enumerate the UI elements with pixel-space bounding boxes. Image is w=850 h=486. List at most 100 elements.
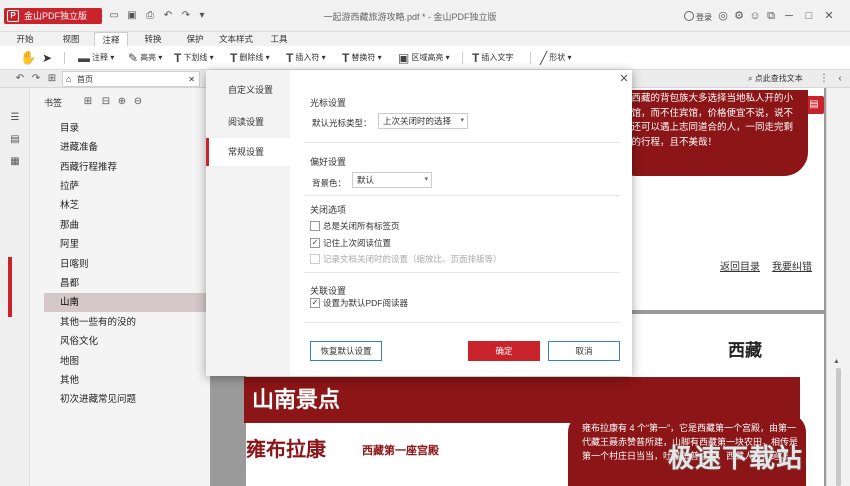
insert-text-button[interactable]: T 插入文字: [472, 51, 513, 65]
bookmark-item[interactable]: 风俗文化: [44, 332, 210, 351]
insert-char-button[interactable]: T 插入符 ▾: [286, 51, 326, 65]
bookmark-item[interactable]: 西藏行程推荐: [44, 158, 210, 177]
area-highlight-button[interactable]: ▣ 区域高亮 ▾: [398, 51, 450, 65]
scroll-thumb[interactable]: [836, 368, 841, 486]
outline-icon[interactable]: ☰: [9, 112, 21, 124]
settings-nav-reading[interactable]: 阅读设置: [206, 108, 290, 136]
watermark: 极速下载站: [668, 443, 804, 473]
feedback-icon[interactable]: ☺: [748, 8, 762, 24]
bookmark-item[interactable]: 昌都: [44, 274, 210, 293]
note-button[interactable]: ▬ 注释 ▾: [78, 51, 114, 65]
close-all-tabs-label: 总是关闭所有标签页: [323, 221, 400, 231]
tab-start[interactable]: 开始: [10, 32, 40, 46]
minimize-icon[interactable]: ─: [782, 8, 796, 24]
panel-resize-handle[interactable]: [8, 257, 12, 317]
replace-char-button[interactable]: T 替换符 ▾: [342, 51, 382, 65]
tab-annotate[interactable]: 注释: [94, 32, 128, 46]
strikethrough-button[interactable]: T 删除线 ▾: [230, 51, 270, 65]
bookmark-item[interactable]: 阿里: [44, 235, 210, 254]
close-tab-icon[interactable]: ✕: [188, 72, 195, 87]
dialog-close-icon[interactable]: ✕: [618, 73, 630, 85]
document-title: 一起游西藏旅游攻略.pdf * - 金山PDF独立版: [323, 12, 497, 22]
tab-text-style[interactable]: 文本样式: [214, 32, 258, 46]
close-window-icon[interactable]: ✕: [822, 8, 836, 24]
back-to-toc-link[interactable]: 返回目录: [720, 258, 760, 273]
settings-nav-general[interactable]: 常规设置: [206, 138, 290, 166]
cursor-section-title: 光标设置: [310, 98, 347, 108]
divider: [304, 195, 620, 196]
select-tool-icon[interactable]: ➤: [42, 51, 52, 65]
bookmark-item-selected[interactable]: 山南: [44, 293, 210, 312]
user-avatar-icon[interactable]: [684, 11, 694, 21]
bookmark-item[interactable]: 目录: [44, 119, 210, 138]
place-subtitle: 西藏第一座宫殿: [362, 445, 439, 457]
tab-protect[interactable]: 保护: [180, 32, 210, 46]
scroll-up-icon[interactable]: ▲: [833, 358, 840, 365]
delete-bookmark-icon[interactable]: ⊖: [132, 96, 144, 108]
find-text-button[interactable]: ⌕ 点此查找文本: [748, 72, 803, 86]
settings-gear-icon[interactable]: ⚙: [732, 8, 746, 24]
quick-access-dropdown-icon[interactable]: ▾: [196, 10, 208, 22]
underline-button[interactable]: T 下划线 ▾: [174, 51, 214, 65]
login-link[interactable]: 登录: [696, 12, 712, 23]
restore-defaults-button[interactable]: 恢复默认设置: [310, 341, 382, 361]
redo-icon[interactable]: ↷: [180, 10, 192, 22]
tab-convert[interactable]: 转换: [138, 32, 168, 46]
cancel-button[interactable]: 取消: [548, 341, 620, 361]
add-bookmark-icon[interactable]: ⊕: [116, 96, 128, 108]
default-reader-checkbox[interactable]: ✓: [310, 298, 320, 308]
remember-position-checkbox[interactable]: ✓: [310, 238, 320, 248]
bookmark-item[interactable]: 地图: [44, 352, 210, 371]
vertical-scrollbar[interactable]: ▲: [826, 88, 850, 486]
underline-icon: T: [174, 51, 182, 65]
bookmark-item[interactable]: 那曲: [44, 216, 210, 235]
thumbnails-icon[interactable]: ▦: [9, 156, 21, 168]
background-color-select[interactable]: 默认 ▾: [352, 172, 432, 188]
bookmark-item[interactable]: 日喀则: [44, 255, 210, 274]
preference-section-title: 偏好设置: [310, 157, 347, 167]
tab-home[interactable]: ⌂ 首页 ✕: [62, 71, 200, 87]
report-error-link[interactable]: 我要纠错: [772, 258, 812, 273]
expand-all-icon[interactable]: ⊞: [82, 96, 94, 108]
history-icon[interactable]: ⊞: [46, 73, 58, 85]
side-icon-strip: [0, 88, 30, 486]
restore-layout-icon[interactable]: ⧉: [764, 8, 778, 24]
skin-icon[interactable]: ◎: [716, 8, 730, 24]
back-icon[interactable]: ↶: [14, 73, 26, 85]
undo-icon[interactable]: ↶: [162, 10, 174, 22]
forward-icon[interactable]: ↷: [30, 73, 42, 85]
shape-button[interactable]: ╱ 形状 ▾: [540, 51, 571, 65]
cursor-type-select[interactable]: 上次关闭时的选择 ▾: [378, 113, 468, 129]
bookmark-item[interactable]: 林芝: [44, 196, 210, 215]
replace-char-icon: T: [342, 51, 350, 65]
bookmark-item[interactable]: 其他: [44, 371, 210, 390]
ok-button[interactable]: 确定: [468, 341, 540, 361]
place-title: 雍布拉康: [246, 439, 326, 461]
open-icon[interactable]: ▭: [108, 10, 120, 22]
hand-tool-icon[interactable]: ✋: [20, 51, 36, 65]
cursor-type-label: 默认光标类型：: [312, 118, 372, 128]
remember-view-settings-label: 记录文档关闭时的设置（缩放比、页面排版等）: [323, 254, 502, 264]
settings-nav-custom[interactable]: 自定义设置: [206, 76, 290, 104]
collapse-icon[interactable]: ‹: [834, 73, 846, 85]
maximize-icon[interactable]: □: [802, 8, 816, 24]
bookmark-item[interactable]: 进藏准备: [44, 138, 210, 157]
app-menu-button[interactable]: P 金山PDF独立版: [4, 8, 102, 24]
tab-view[interactable]: 视图: [56, 32, 86, 46]
bookmark-item[interactable]: 初次进藏常见问题: [44, 390, 210, 409]
insert-char-icon: T: [286, 51, 294, 65]
print-icon[interactable]: ⎙: [144, 10, 156, 22]
bookmark-item[interactable]: 拉萨: [44, 177, 210, 196]
more-options-icon[interactable]: ⋮: [818, 73, 830, 85]
insert-text-icon: T: [472, 51, 480, 65]
close-all-tabs-checkbox[interactable]: [310, 221, 320, 231]
comments-icon[interactable]: ▤: [9, 134, 21, 146]
save-icon[interactable]: ▣: [126, 10, 138, 22]
remember-view-settings-checkbox: [310, 254, 320, 264]
bookmark-item[interactable]: 其他一些有的没的: [44, 313, 210, 332]
collapse-all-icon[interactable]: ⊟: [100, 96, 112, 108]
tab-tools[interactable]: 工具: [266, 32, 292, 46]
home-icon: ⌂: [66, 74, 72, 84]
highlight-button[interactable]: ✎ 高亮 ▾: [128, 51, 162, 65]
background-color-label: 背景色：: [312, 178, 347, 188]
